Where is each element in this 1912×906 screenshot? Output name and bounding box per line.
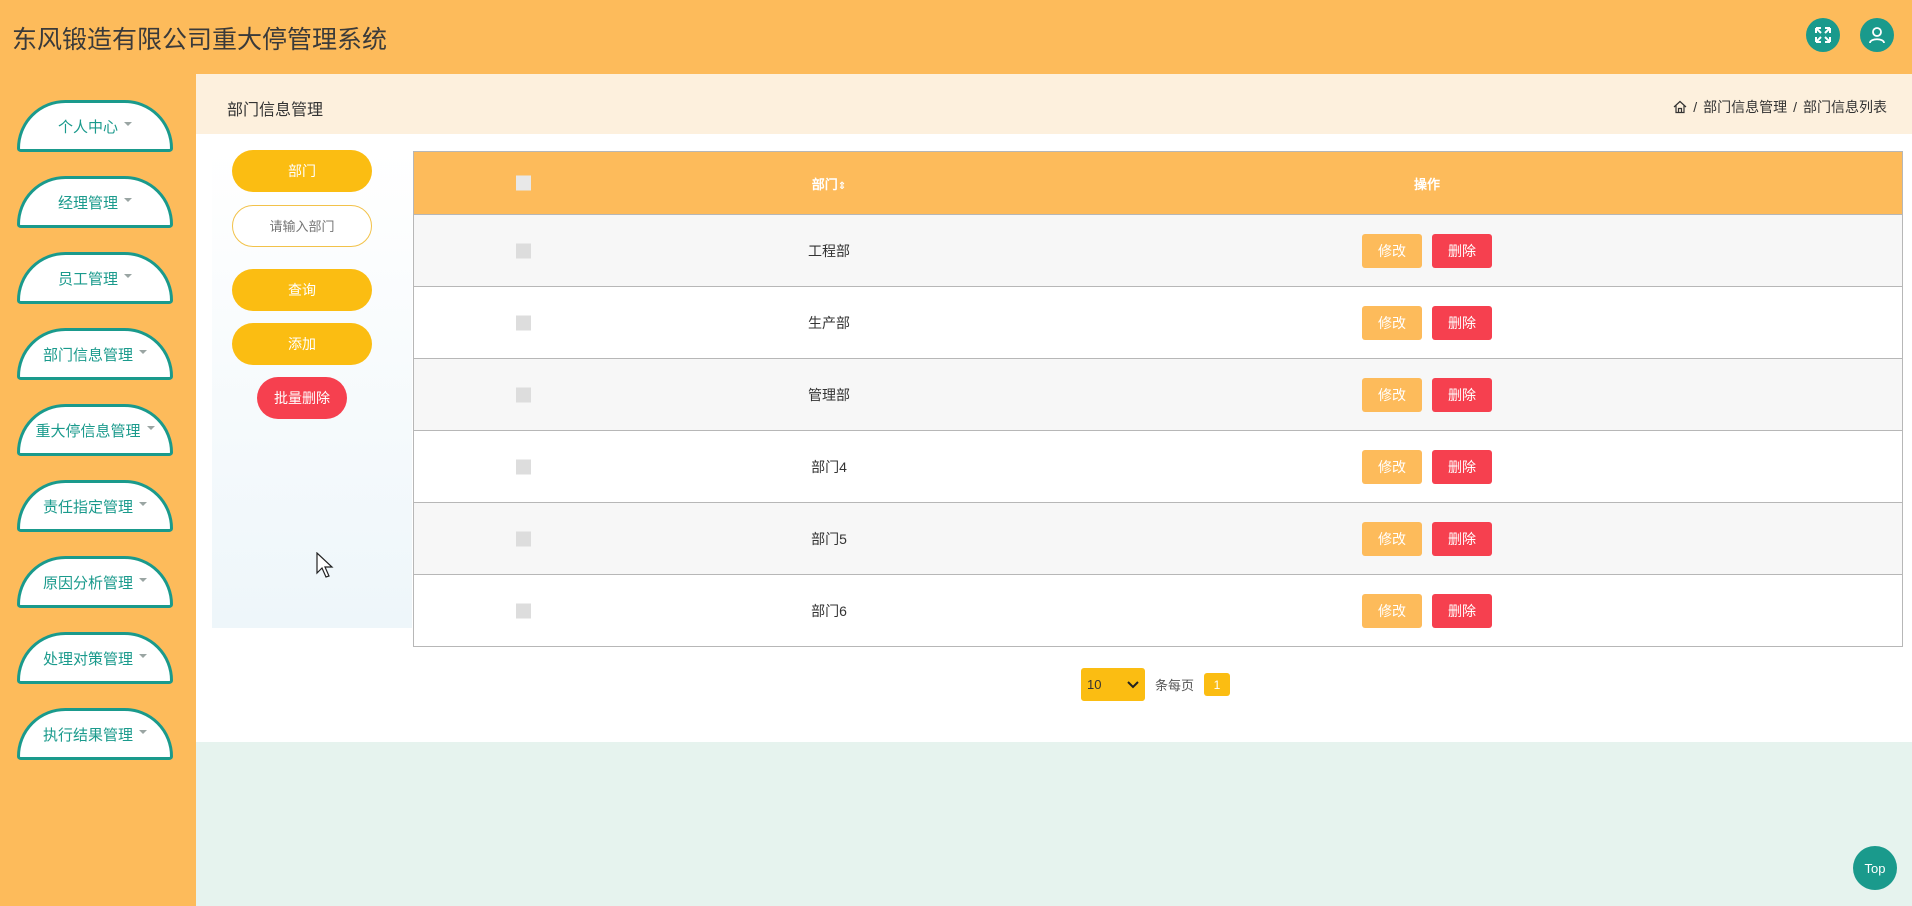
dept-cell: 部门6	[811, 602, 847, 619]
sidebar-item-label: 员工管理	[57, 270, 118, 288]
edit-button[interactable]: 修改	[1362, 305, 1422, 340]
sidebar-item-countermeasure[interactable]: 处理对策管理	[17, 632, 173, 684]
edit-button[interactable]: 修改	[1362, 377, 1422, 412]
breadcrumb-separator: /	[1793, 99, 1797, 115]
delete-button[interactable]: 删除	[1432, 233, 1492, 268]
sidebar-item-label: 原因分析管理	[42, 574, 133, 592]
dept-cell: 管理部	[808, 386, 850, 403]
edit-button[interactable]: 修改	[1362, 593, 1422, 628]
table-row: 部门4 修改 删除	[414, 430, 1902, 502]
delete-button[interactable]: 删除	[1432, 305, 1492, 340]
table-header: 部门⇕ 操作	[414, 152, 1902, 214]
mouse-cursor-icon	[316, 552, 334, 578]
pagination: 10 条每页 1	[1081, 668, 1231, 701]
sidebar-item-label: 个人中心	[57, 118, 118, 136]
home-icon[interactable]	[1673, 100, 1687, 114]
user-icon	[1869, 27, 1885, 44]
chevron-down-icon	[1127, 680, 1139, 688]
caret-down-icon	[139, 350, 147, 354]
caret-down-icon	[139, 502, 147, 506]
row-checkbox[interactable]	[516, 315, 531, 330]
row-checkbox[interactable]	[516, 531, 531, 546]
add-button[interactable]: 添加	[232, 323, 372, 365]
table-row: 部门5 修改 删除	[414, 502, 1902, 574]
caret-down-icon	[139, 578, 147, 582]
caret-down-icon	[146, 426, 155, 430]
sidebar-item-manager[interactable]: 经理管理	[17, 176, 173, 228]
query-button[interactable]: 查询	[232, 269, 372, 311]
caret-down-icon	[124, 122, 132, 126]
row-checkbox[interactable]	[516, 243, 531, 258]
dept-cell: 生产部	[808, 314, 850, 331]
edit-button[interactable]: 修改	[1362, 449, 1422, 484]
user-button[interactable]	[1860, 18, 1894, 52]
batch-delete-button[interactable]: 批量删除	[257, 377, 347, 419]
top-header: 东风锻造有限公司重大停管理系统	[0, 0, 1912, 74]
sort-icon[interactable]: ⇕	[838, 181, 846, 192]
per-page-text: 条每页	[1155, 678, 1195, 693]
table-row: 部门6 修改 删除	[414, 574, 1902, 646]
column-header-ops: 操作	[1414, 176, 1441, 192]
sidebar-item-label: 处理对策管理	[42, 650, 133, 668]
dept-field-label: 部门	[232, 150, 372, 192]
select-all-checkbox[interactable]	[516, 175, 531, 191]
page-size-select[interactable]: 10	[1081, 668, 1145, 701]
back-to-top-button[interactable]: Top	[1853, 846, 1897, 890]
edit-button[interactable]: 修改	[1362, 521, 1422, 556]
sidebar-item-label: 重大停信息管理	[35, 422, 141, 440]
delete-button[interactable]: 删除	[1432, 593, 1492, 628]
edit-button[interactable]: 修改	[1362, 233, 1422, 268]
app-title: 东风锻造有限公司重大停管理系统	[12, 26, 388, 54]
caret-down-icon	[124, 274, 132, 278]
sidebar-item-label: 部门信息管理	[42, 346, 133, 364]
sidebar-item-label: 经理管理	[57, 194, 118, 212]
breadcrumb-item[interactable]: 部门信息管理	[1703, 97, 1787, 117]
delete-button[interactable]: 删除	[1432, 521, 1492, 556]
sidebar-item-department[interactable]: 部门信息管理	[17, 328, 173, 380]
row-checkbox[interactable]	[516, 603, 531, 618]
column-header-dept[interactable]: 部门⇕	[724, 174, 934, 193]
table-row: 生产部 修改 删除	[414, 286, 1902, 358]
dept-cell: 部门4	[811, 458, 847, 475]
page-title: 部门信息管理	[227, 102, 324, 119]
sidebar-item-label: 责任指定管理	[42, 498, 133, 516]
dept-cell: 工程部	[808, 242, 850, 259]
caret-down-icon	[139, 654, 147, 658]
sidebar-item-label: 执行结果管理	[42, 726, 133, 744]
sidebar-item-major-stop[interactable]: 重大停信息管理	[17, 404, 173, 456]
delete-button[interactable]: 删除	[1432, 377, 1492, 412]
dept-table: 部门⇕ 操作 工程部 修改 删除 生产部 修改 删除 管理部 修改 删除 部门4 修改…	[413, 151, 1903, 647]
fullscreen-button[interactable]	[1806, 18, 1840, 52]
table-row: 工程部 修改 删除	[414, 214, 1902, 286]
caret-down-icon	[139, 730, 147, 734]
caret-down-icon	[124, 198, 132, 202]
sidebar-item-personal-center[interactable]: 个人中心	[17, 100, 173, 152]
sidebar-item-employee[interactable]: 员工管理	[17, 252, 173, 304]
page-size-value: 10	[1087, 677, 1102, 692]
sidebar-item-execution-result[interactable]: 执行结果管理	[17, 708, 173, 760]
page-number-current[interactable]: 1	[1204, 673, 1231, 696]
dept-cell: 部门5	[811, 530, 847, 547]
sidebar-item-responsibility[interactable]: 责任指定管理	[17, 480, 173, 532]
delete-button[interactable]: 删除	[1432, 449, 1492, 484]
breadcrumb: / 部门信息管理 / 部门信息列表	[1673, 97, 1887, 117]
breadcrumb-item: 部门信息列表	[1803, 99, 1887, 115]
breadcrumb-separator: /	[1693, 99, 1698, 115]
table-row: 管理部 修改 删除	[414, 358, 1902, 430]
dept-search-input[interactable]	[232, 205, 372, 247]
row-checkbox[interactable]	[516, 387, 531, 402]
row-checkbox[interactable]	[516, 459, 531, 474]
fullscreen-icon	[1815, 27, 1831, 43]
sidebar: 个人中心 经理管理 员工管理 部门信息管理 重大停信息管理 责任指定管理 原因分…	[0, 74, 196, 906]
sidebar-item-cause-analysis[interactable]: 原因分析管理	[17, 556, 173, 608]
breadcrumb-bar	[196, 74, 1912, 134]
